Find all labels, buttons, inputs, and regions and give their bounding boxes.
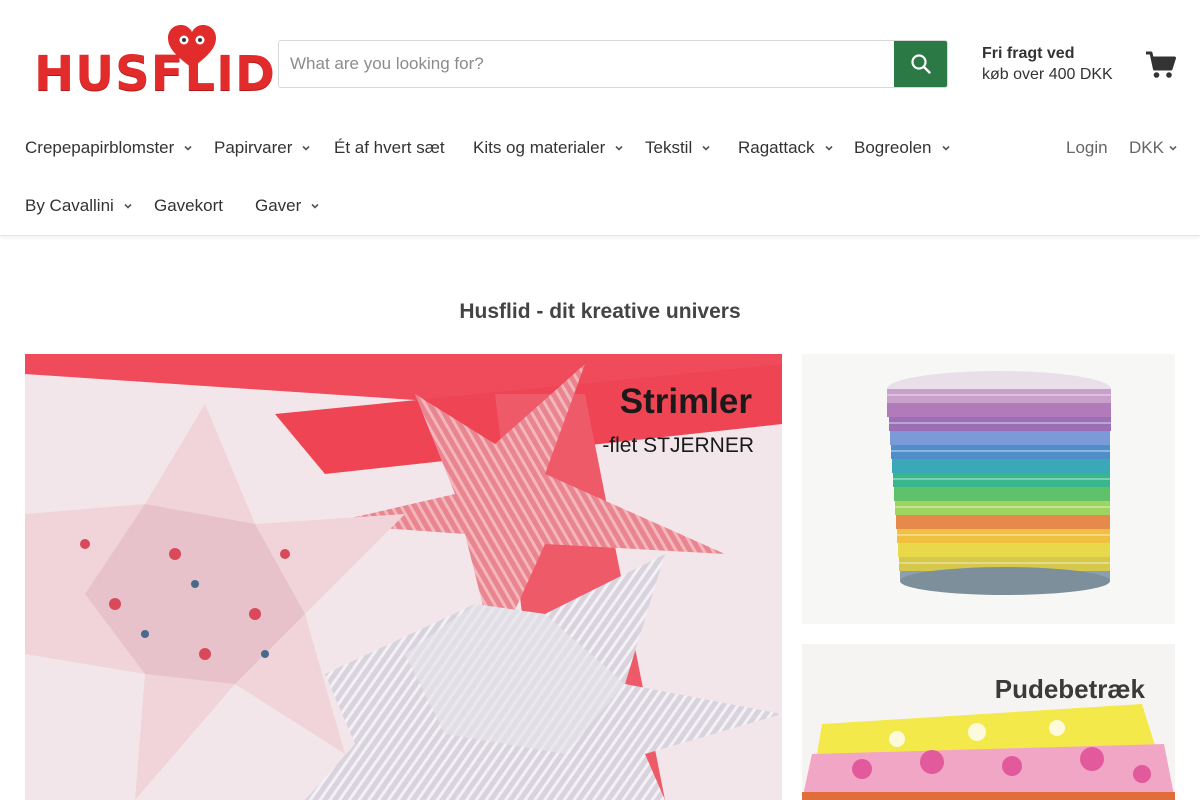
chevron-down-icon — [184, 145, 192, 151]
shipping-promo: Fri fragt ved køb over 400 DKK — [982, 43, 1132, 85]
nav-item-gavekort[interactable]: Gavekort — [154, 196, 223, 216]
hero-banner-strimler[interactable]: Strimler -flet STJERNER — [25, 354, 782, 800]
nav-item-bogreolen[interactable]: Bogreolen — [854, 138, 951, 158]
chevron-down-icon — [824, 145, 833, 151]
nav-item-label: Tekstil — [645, 138, 693, 157]
hero-subtitle: -flet STJERNER — [602, 434, 754, 457]
nav-item-label: Kits og materialer — [473, 138, 606, 157]
nav-item-ragattack[interactable]: Ragattack — [738, 138, 834, 158]
nav-item-label: Crepepapirblomster — [25, 138, 175, 157]
pillowcases-image — [802, 644, 1175, 800]
site-header: HUSFLID Fri fragt ved køb over 400 DKK C… — [0, 0, 1200, 236]
nav-item-label: By Cavallini — [25, 196, 114, 215]
nav-item-label: Papirvarer — [214, 138, 293, 157]
chevron-down-icon — [124, 203, 132, 209]
nav-item-label: Bogreolen — [854, 138, 932, 157]
chevron-down-icon — [941, 145, 950, 151]
fabric-pads-image — [802, 354, 1175, 624]
nav-item-papirvarer[interactable]: Papirvarer — [214, 138, 311, 158]
chevron-down-icon — [311, 203, 319, 209]
nav-item-et-af-hvert-saet[interactable]: Ét af hvert sæt — [334, 138, 445, 158]
search-icon — [910, 54, 931, 74]
hero-title: Strimler — [619, 382, 752, 421]
cart-button[interactable] — [1144, 48, 1178, 82]
nav-item-gaver[interactable]: Gaver — [255, 196, 320, 216]
site-logo[interactable]: HUSFLID — [34, 24, 275, 100]
nav-item-label: Ragattack — [738, 138, 815, 157]
currency-label: DKK — [1129, 138, 1164, 157]
nav-item-tekstil[interactable]: Tekstil — [645, 138, 711, 158]
nav-item-kits-og-materialer[interactable]: Kits og materialer — [473, 138, 624, 158]
section-title: Husflid - dit kreative univers — [459, 300, 741, 323]
promo-tile-pudebetraek[interactable]: Pudebetræk — [802, 644, 1175, 800]
nav-item-label: Gavekort — [154, 196, 223, 215]
chevron-down-icon — [302, 145, 310, 151]
logo-wordmark: HUSFLID — [34, 46, 276, 102]
nav-item-by-cavallini[interactable]: By Cavallini — [25, 196, 133, 216]
search-bar — [278, 40, 948, 88]
nav-item-crepepapirblomster[interactable]: Crepepapirblomster — [25, 138, 193, 158]
promo-tile-pads[interactable] — [802, 354, 1175, 624]
chevron-down-icon — [615, 145, 623, 151]
cart-icon — [1146, 51, 1176, 78]
shipping-title: Fri fragt ved — [982, 45, 1075, 62]
login-label: Login — [1066, 138, 1108, 157]
search-button[interactable] — [894, 41, 947, 87]
shipping-subtitle: køb over 400 DKK — [982, 66, 1113, 83]
chevron-down-icon — [702, 145, 710, 151]
nav-item-label: Gaver — [255, 196, 302, 215]
promo-tile-title: Pudebetræk — [994, 674, 1145, 704]
nav-item-label: Ét af hvert sæt — [334, 138, 445, 157]
currency-selector[interactable]: DKK — [1129, 138, 1178, 158]
login-link[interactable]: Login — [1066, 138, 1108, 158]
search-input[interactable] — [279, 41, 895, 87]
chevron-down-icon — [1169, 145, 1177, 151]
